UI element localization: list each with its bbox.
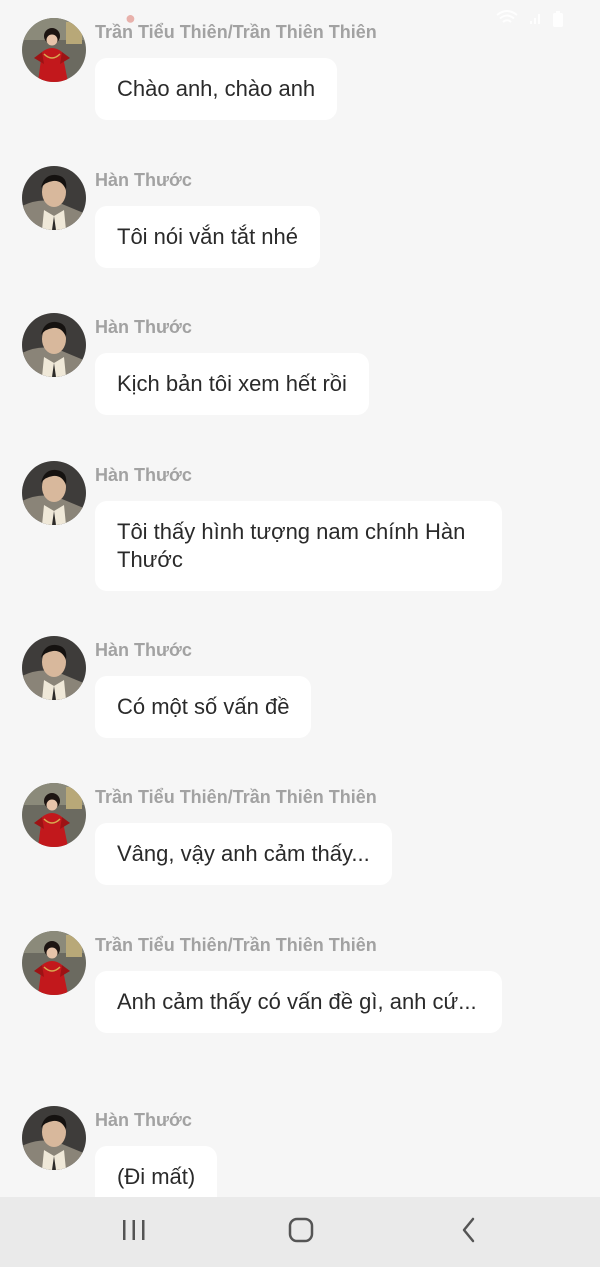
message-list[interactable]: Trần Tiểu Thiên/Trần Thiên Thiên Chào an… bbox=[0, 0, 600, 1197]
message-bubble[interactable]: Tôi thấy hình tượng nam chính Hàn Thước bbox=[95, 501, 502, 591]
avatar-red-dress[interactable] bbox=[22, 18, 86, 82]
sender-name: Trần Tiểu Thiên/Trần Thiên Thiên bbox=[95, 787, 377, 807]
message-bubble[interactable]: Vâng, vậy anh cảm thấy... bbox=[95, 823, 392, 885]
sender-name: Hàn Thước bbox=[95, 317, 192, 337]
message-bubble[interactable]: Kịch bản tôi xem hết rồi bbox=[95, 353, 369, 415]
sender-name: Hàn Thước bbox=[95, 1110, 192, 1130]
chat-screen: ● Trần Tiểu Thiên/Trần Thiên Thiên Chào … bbox=[0, 0, 600, 1267]
avatar-young-man[interactable] bbox=[22, 166, 86, 230]
avatar-red-dress[interactable] bbox=[22, 783, 86, 847]
avatar-young-man[interactable] bbox=[22, 636, 86, 700]
recent-apps-icon bbox=[121, 1218, 147, 1247]
home-button[interactable] bbox=[251, 1197, 351, 1267]
sender-name: Trần Tiểu Thiên/Trần Thiên Thiên bbox=[95, 935, 377, 955]
message-bubble[interactable]: Tôi nói vắn tắt nhé bbox=[95, 206, 321, 268]
back-button[interactable] bbox=[419, 1197, 519, 1267]
message-bubble[interactable]: Chào anh, chào anh bbox=[95, 58, 338, 120]
avatar-young-man[interactable] bbox=[22, 1106, 86, 1170]
avatar-red-dress[interactable] bbox=[22, 931, 86, 995]
sender-name: Hàn Thước bbox=[95, 170, 192, 190]
system-navigation-bar bbox=[0, 1197, 600, 1267]
message-bubble[interactable]: Anh cảm thấy có vấn đề gì, anh cứ... bbox=[95, 971, 502, 1033]
sender-name: Hàn Thước bbox=[95, 640, 192, 660]
sender-name: Hàn Thước bbox=[95, 465, 192, 485]
back-icon bbox=[460, 1217, 478, 1248]
recent-apps-button[interactable] bbox=[84, 1197, 184, 1267]
avatar-young-man[interactable] bbox=[22, 313, 86, 377]
message-bubble[interactable]: (Đi mất) bbox=[95, 1146, 218, 1197]
avatar-young-man[interactable] bbox=[22, 461, 86, 525]
home-icon bbox=[288, 1217, 314, 1248]
message-bubble[interactable]: Có một số vấn đề bbox=[95, 676, 312, 738]
sender-name: Trần Tiểu Thiên/Trần Thiên Thiên bbox=[95, 22, 377, 42]
